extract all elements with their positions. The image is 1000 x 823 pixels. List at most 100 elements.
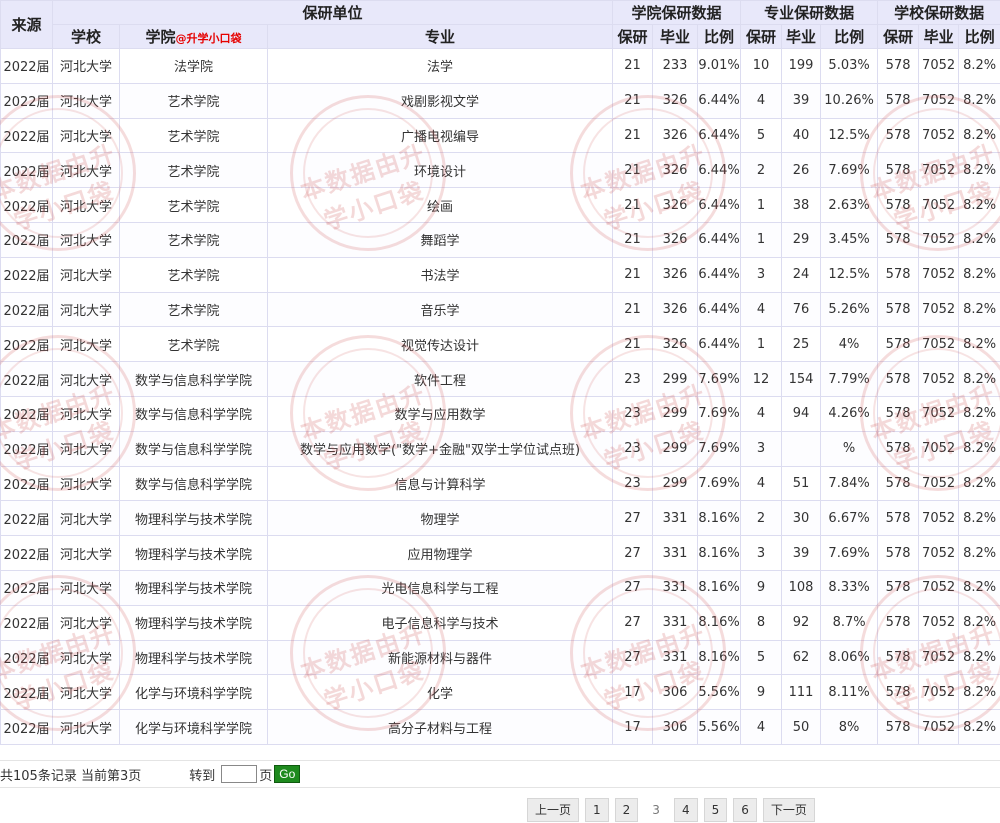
cell-major-baoyan: 2	[740, 152, 783, 189]
cell-school-graduates: 7052	[918, 604, 960, 641]
cell-school-graduates: 7052	[918, 256, 960, 293]
table-row: 2022届 河北大学 数学与信息科学学院 信息与计算科学 23 299 7.69% 4 51 7.…	[0, 465, 1000, 502]
cell-source: 2022届	[0, 82, 53, 119]
cell-college-graduates: 299	[652, 395, 699, 432]
cell-college-graduates: 326	[652, 117, 699, 154]
pagination-info-bar: 共105条记录 当前第3页 转到 页 Go	[0, 760, 1000, 788]
cell-college-ratio: 8.16%	[697, 535, 742, 571]
cell-college-graduates: 326	[652, 291, 699, 328]
cell-college: 物理科学与技术学院	[119, 569, 268, 606]
page-6-button[interactable]: 6	[733, 798, 757, 822]
cell-major-baoyan: 4	[740, 465, 783, 502]
cell-school: 河北大学	[52, 674, 120, 711]
cell-school: 河北大学	[52, 48, 120, 84]
cell-college: 艺术学院	[119, 82, 268, 119]
header-college-graduates: 毕业	[652, 24, 699, 49]
cell-school-ratio: 8.2%	[958, 361, 1000, 397]
cell-college-ratio: 8.16%	[697, 639, 742, 676]
cell-school-ratio: 8.2%	[958, 291, 1000, 328]
header-college-tag: @升学小口袋	[175, 32, 242, 45]
cell-college-ratio: 5.56%	[697, 709, 742, 745]
cell-major-baoyan: 10	[740, 48, 783, 84]
cell-college-graduates: 299	[652, 430, 699, 467]
prev-page-button[interactable]: 上一页	[527, 798, 580, 822]
cell-major: 视觉传达设计	[266, 326, 614, 363]
cell-college: 化学与环境科学学院	[119, 709, 268, 745]
table-row: 2022届 河北大学 物理科学与技术学院 新能源材料与器件 27 331 8.16% 5 62 8…	[0, 639, 1000, 676]
cell-major-graduates: 94	[781, 395, 822, 432]
go-button[interactable]: Go	[274, 765, 301, 783]
cell-major-baoyan: 3	[740, 430, 783, 467]
cell-school-ratio: 8.2%	[958, 82, 1000, 119]
cell-major-baoyan: 3	[740, 535, 783, 571]
cell-college-graduates: 331	[652, 500, 699, 537]
cell-major-ratio: 6.67%	[820, 500, 879, 537]
cell-school-graduates: 7052	[918, 395, 960, 432]
next-page-button[interactable]: 下一页	[762, 798, 815, 822]
cell-source: 2022届	[0, 639, 53, 676]
cell-college-ratio: 6.44%	[697, 291, 742, 328]
cell-school-graduates: 7052	[918, 500, 960, 537]
table-row: 2022届 河北大学 艺术学院 书法学 21 326 6.44% 3 24 12.5% 578 705…	[0, 256, 1000, 293]
cell-school: 河北大学	[52, 709, 120, 745]
page-4-button[interactable]: 4	[673, 798, 698, 822]
cell-college-graduates: 331	[652, 535, 699, 571]
cell-college-baoyan: 23	[612, 395, 654, 432]
cell-college: 数学与信息科学学院	[119, 395, 268, 432]
cell-major: 戏剧影视文学	[266, 82, 614, 119]
cell-major-ratio: 2.63%	[820, 187, 879, 223]
cell-college: 化学与环境科学学院	[119, 674, 268, 711]
header-school-ratio: 比例	[958, 24, 1000, 49]
cell-major-graduates: 24	[781, 256, 822, 293]
cell-college-ratio: 8.16%	[697, 569, 742, 606]
cell-major-ratio: 4%	[820, 326, 879, 363]
goto-page-input[interactable]	[221, 765, 258, 783]
cell-college-ratio: 6.44%	[697, 256, 742, 293]
cell-major-baoyan: 4	[740, 291, 783, 328]
cell-college-baoyan: 21	[612, 256, 654, 293]
cell-college: 物理科学与技术学院	[119, 639, 268, 676]
cell-source: 2022届	[0, 48, 53, 84]
cell-college: 物理科学与技术学院	[119, 535, 268, 571]
cell-school: 河北大学	[52, 361, 120, 397]
cell-college: 艺术学院	[119, 187, 268, 223]
cell-college: 艺术学院	[119, 326, 268, 363]
cell-major: 书法学	[266, 256, 614, 293]
cell-source: 2022届	[0, 709, 53, 745]
cell-major-baoyan: 12	[740, 361, 783, 397]
cell-college-baoyan: 23	[612, 430, 654, 467]
table-row: 2022届 河北大学 化学与环境科学学院 化学 17 306 5.56% 9 111 8.11% 5…	[0, 674, 1000, 711]
table-row: 2022届 河北大学 艺术学院 视觉传达设计 21 326 6.44% 1 25 4% 578 705…	[0, 326, 1000, 363]
cell-major: 光电信息科学与工程	[266, 569, 614, 606]
page-5-button[interactable]: 5	[703, 798, 728, 822]
cell-college: 艺术学院	[119, 152, 268, 189]
cell-school-baoyan: 578	[877, 604, 920, 641]
cell-school: 河北大学	[52, 326, 120, 363]
cell-major-ratio: 10.26%	[820, 82, 879, 119]
cell-college: 艺术学院	[119, 256, 268, 293]
cell-college-graduates: 331	[652, 569, 699, 606]
cell-school: 河北大学	[52, 430, 120, 467]
cell-school-ratio: 8.2%	[958, 326, 1000, 363]
header-major-graduates: 毕业	[781, 24, 822, 49]
cell-source: 2022届	[0, 256, 53, 293]
cell-college-graduates: 306	[652, 709, 699, 745]
cell-major: 化学	[266, 674, 614, 711]
cell-school-graduates: 7052	[918, 82, 960, 119]
page-1-button[interactable]: 1	[585, 798, 609, 822]
header-unit-group: 保研单位	[51, 0, 614, 25]
cell-school: 河北大学	[52, 117, 120, 154]
cell-school-baoyan: 578	[877, 535, 920, 571]
cell-major: 法学	[266, 48, 614, 84]
cell-college-graduates: 326	[652, 152, 699, 189]
page-2-button[interactable]: 2	[614, 798, 639, 822]
cell-college-baoyan: 23	[612, 361, 654, 397]
cell-school: 河北大学	[52, 604, 120, 641]
cell-college-ratio: 7.69%	[697, 395, 742, 432]
page-3-button[interactable]: 3	[644, 798, 668, 822]
cell-major-graduates: 38	[781, 187, 822, 223]
cell-college-ratio: 6.44%	[697, 187, 742, 223]
cell-school: 河北大学	[52, 465, 120, 502]
cell-major: 新能源材料与器件	[266, 639, 614, 676]
cell-school-graduates: 7052	[918, 535, 960, 571]
